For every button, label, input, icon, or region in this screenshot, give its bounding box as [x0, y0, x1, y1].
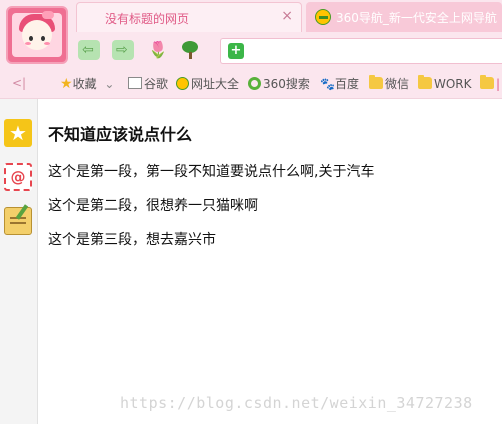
browser-logo[interactable] — [6, 6, 68, 64]
logo-blush — [25, 42, 31, 45]
bookmark-baidu[interactable]: 🐾百度 — [320, 76, 359, 92]
tree-icon[interactable] — [179, 40, 201, 60]
bookmark-360-search[interactable]: 360搜索 — [248, 76, 310, 92]
bookmark-label: 百度 — [334, 77, 359, 91]
star-icon: ★ — [60, 76, 73, 92]
bookmark-label: 网址大全 — [191, 77, 240, 91]
bookmark-work[interactable]: WORK — [418, 75, 472, 92]
forward-arrow-icon: ⇨ — [116, 42, 128, 58]
bookmark-google[interactable]: 谷歌 — [128, 76, 168, 92]
back-button[interactable]: ⇦ — [78, 40, 100, 60]
logo-blush — [44, 42, 50, 45]
paragraph-3: 这个是第三段，想去嘉兴市 — [48, 232, 216, 248]
page-heading: 不知道应该说点什么 — [48, 125, 193, 144]
bookmark-label: | — [496, 77, 501, 91]
folder-icon — [369, 75, 383, 89]
bookmark-overflow[interactable]: | — [480, 75, 501, 92]
tab-close-icon[interactable]: × — [281, 8, 293, 24]
baidu-paw-icon: 🐾 — [320, 77, 335, 91]
tab-360-navigation[interactable]: 360导航_新一代安全上网导航 — [306, 2, 502, 32]
tab-inactive-title: 360导航_新一代安全上网导航 — [336, 11, 497, 25]
chevron-down-icon: ⌄ — [104, 77, 115, 91]
bookmark-label: 收藏 — [72, 77, 97, 91]
site-360-icon — [176, 77, 189, 90]
tab-active[interactable]: 没有标题的网页 × — [76, 2, 302, 32]
divider — [0, 98, 502, 99]
notepad-icon[interactable] — [4, 207, 32, 235]
bookmark-label: WORK — [434, 77, 472, 91]
folder-icon — [480, 75, 494, 89]
bookmarks-bar: <| ★收藏 ⌄ 谷歌 网址大全 360搜索 🐾百度 微信 WORK | — [0, 70, 502, 98]
forward-button[interactable]: ⇨ — [112, 40, 134, 60]
address-bar[interactable]: + — [220, 38, 502, 64]
watermark: https://blog.csdn.net/weixin_34727238 — [120, 394, 473, 412]
bookmark-site-directory[interactable]: 网址大全 — [176, 76, 239, 92]
logo-eye — [29, 36, 33, 41]
browser-window: 没有标题的网页 × 360导航_新一代安全上网导航 ⇦ ⇨ 🌷 + <| ★收藏… — [0, 0, 502, 424]
collapse-sidebar-icon[interactable]: <| — [12, 76, 26, 90]
favorites-star-icon[interactable]: ★ — [4, 119, 32, 147]
site-360-icon — [315, 9, 331, 25]
paragraph-1: 这个是第一段，第一段不知道要说点什么啊,关于汽车 — [48, 164, 375, 180]
logo-eye — [41, 36, 45, 41]
tulip-icon[interactable]: 🌷 — [147, 40, 169, 60]
tree-trunk — [189, 52, 192, 59]
bookmark-label: 360搜索 — [263, 77, 310, 91]
tab-active-title: 没有标题的网页 — [105, 12, 190, 26]
bookmark-favorites[interactable]: ★收藏 ⌄ — [60, 76, 114, 92]
sidebar: ★ @ — [0, 99, 38, 424]
bookmark-label: 微信 — [385, 77, 410, 91]
logo-bow — [42, 11, 54, 19]
back-arrow-icon: ⇦ — [82, 42, 94, 58]
bookmark-label: 谷歌 — [144, 77, 169, 91]
folder-icon — [418, 75, 432, 89]
search-360-icon — [248, 77, 261, 90]
bookmark-wechat[interactable]: 微信 — [369, 75, 410, 92]
browser-chrome: 没有标题的网页 × 360导航_新一代安全上网导航 ⇦ ⇨ 🌷 + <| ★收藏… — [0, 0, 502, 98]
mail-icon[interactable]: @ — [4, 163, 32, 191]
page-icon — [128, 77, 142, 89]
paragraph-2: 这个是第二段，很想养一只猫咪啊 — [48, 198, 258, 214]
logo-face — [22, 20, 52, 50]
security-shield-icon[interactable]: + — [228, 43, 244, 59]
